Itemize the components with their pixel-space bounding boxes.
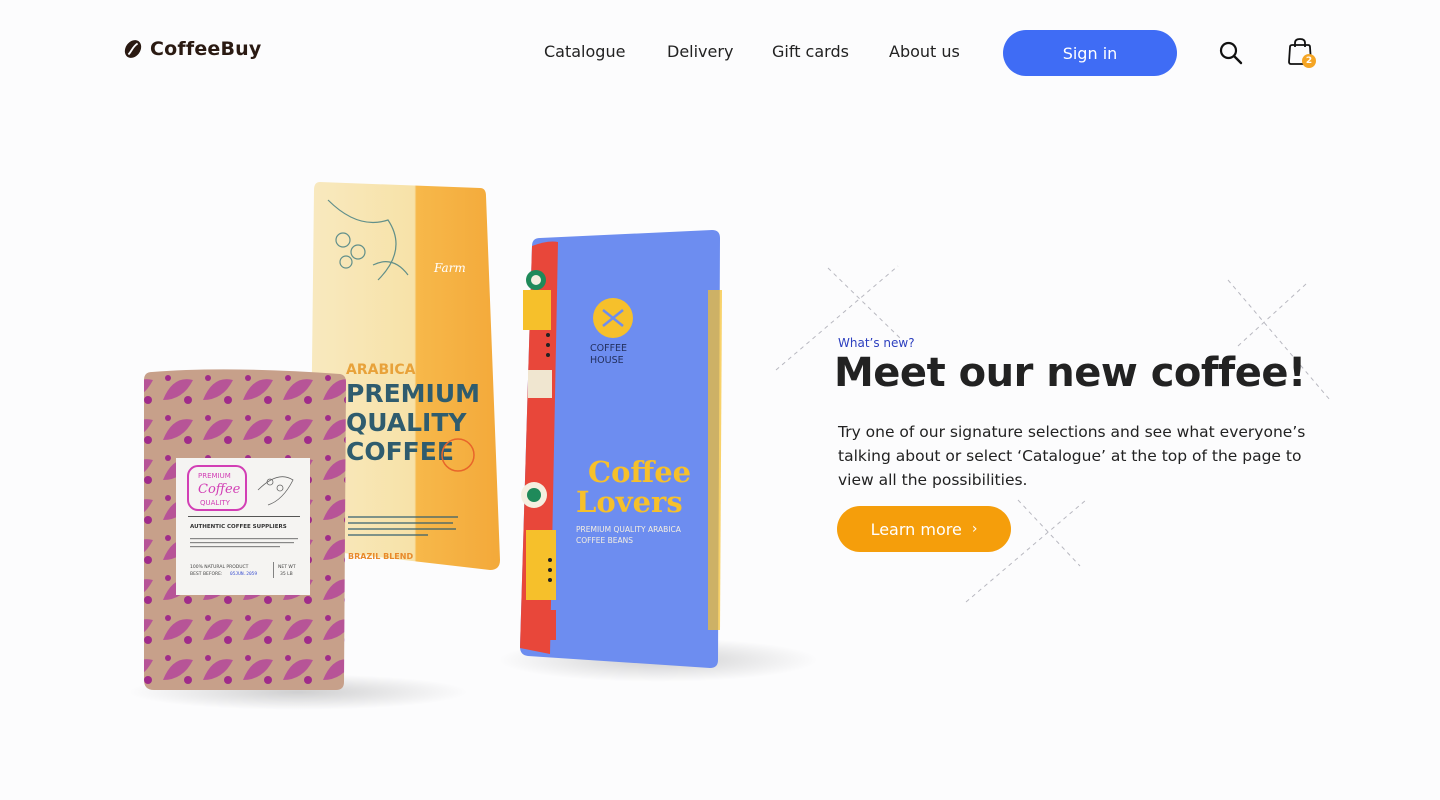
hero-description: Try one of our signature selections and … bbox=[838, 423, 1306, 489]
pink-bag-tagline: AUTHENTIC COFFEE SUPPLIERS bbox=[190, 524, 287, 530]
nav-item-catalogue[interactable]: Catalogue bbox=[544, 40, 625, 64]
learn-more-label: Learn more bbox=[870, 519, 962, 539]
pink-bag-weight: 35 LB bbox=[280, 571, 293, 577]
chevron-right-icon: › bbox=[971, 521, 978, 537]
blue-bag-title2: Lovers bbox=[576, 485, 683, 519]
sign-in-button[interactable]: Sign in bbox=[1003, 30, 1177, 76]
search-icon bbox=[1219, 41, 1243, 65]
pink-bag-date: 05JUN.2059 bbox=[230, 571, 257, 577]
blue-bag-brand2: HOUSE bbox=[590, 355, 624, 366]
search-button[interactable] bbox=[1216, 38, 1246, 68]
pink-bag-net: NET WT bbox=[278, 564, 296, 570]
brand-name: CoffeeBuy bbox=[150, 38, 262, 60]
yellow-bag-blend: BRAZIL BLEND bbox=[348, 552, 413, 561]
cart-count-badge: 2 bbox=[1302, 54, 1316, 68]
pink-bag-footer2: BEST BEFORE: bbox=[190, 571, 223, 577]
blue-bag-title1: Coffee bbox=[588, 455, 691, 489]
coffee-bean-icon bbox=[124, 40, 142, 58]
pink-bag-line2: Coffee bbox=[198, 482, 241, 497]
pink-bag-line1: PREMIUM bbox=[198, 472, 231, 480]
hero-eyebrow: What’s new? bbox=[838, 336, 915, 350]
blue-coffee-bag: COFFEE HOUSE Coffee Lovers PREMIUM QUALI… bbox=[520, 230, 722, 668]
pink-bag-footer1: 100% NATURAL PRODUCT bbox=[190, 564, 249, 570]
brand-logo[interactable]: CoffeeBuy bbox=[122, 38, 262, 60]
blue-bag-sub1: PREMIUM QUALITY ARABICA bbox=[576, 525, 682, 534]
blue-bag-brand1: COFFEE bbox=[590, 343, 627, 354]
yellow-bag-line1: PREMIUM bbox=[346, 379, 480, 408]
pink-bag-line3: QUALITY bbox=[200, 499, 231, 507]
nav-item-delivery[interactable]: Delivery bbox=[667, 40, 733, 64]
yellow-bag-script: Farm bbox=[433, 261, 466, 275]
cart-button[interactable]: 2 bbox=[1286, 37, 1320, 71]
blue-bag-sub2: COFFEE BEANS bbox=[576, 536, 633, 545]
yellow-bag-small-label: ARABICA bbox=[346, 362, 416, 378]
coffee-bags-image: ARABICA PREMIUM QUALITY COFFEE Farm BRAZ… bbox=[128, 182, 818, 710]
hero-title: Meet our new coffee! bbox=[834, 350, 1306, 396]
yellow-bag-line2: QUALITY bbox=[346, 408, 467, 437]
nav-item-gift-cards[interactable]: Gift cards bbox=[772, 40, 849, 64]
pink-coffee-bag: PREMIUM Coffee QUALITY AUTHENTIC COFFEE … bbox=[144, 369, 346, 690]
nav-item-about-us[interactable]: About us bbox=[889, 40, 960, 64]
yellow-bag-line3: COFFEE bbox=[346, 437, 454, 466]
learn-more-button[interactable]: Learn more › bbox=[837, 506, 1011, 552]
